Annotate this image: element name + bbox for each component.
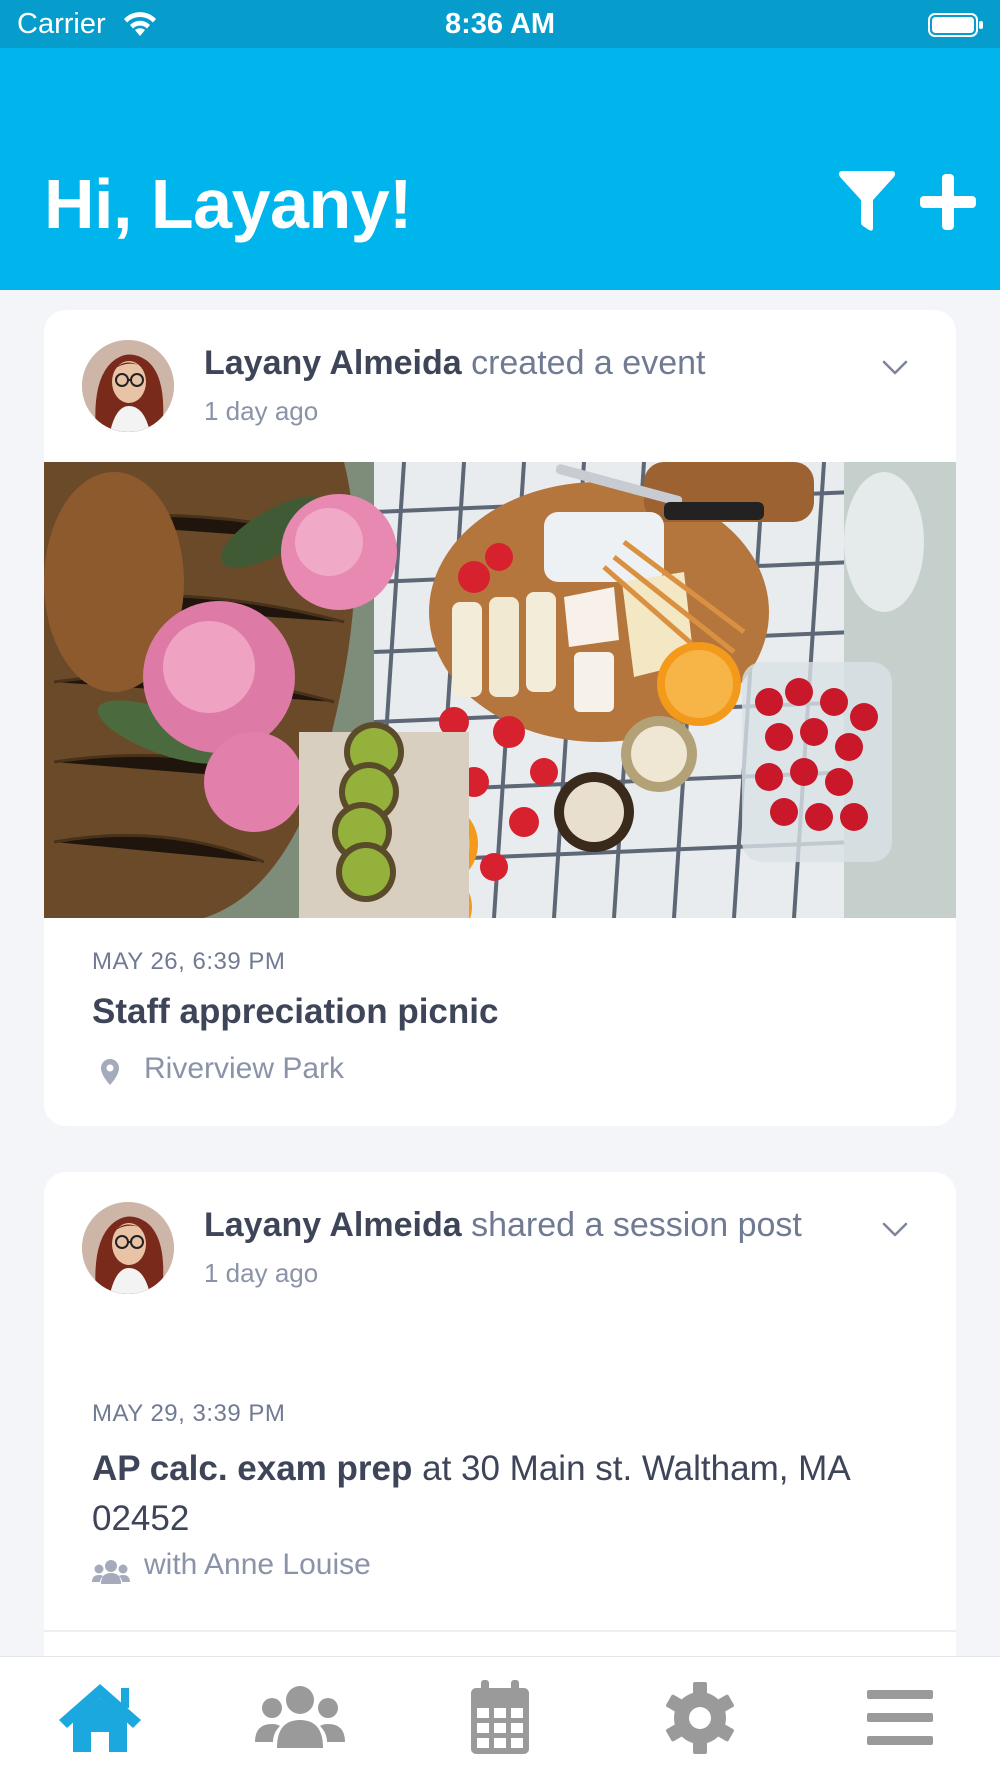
author-name[interactable]: Layany Almeida — [204, 1206, 462, 1244]
session-date: MAY 29, 3:39 PM — [92, 1400, 286, 1427]
tab-settings[interactable] — [600, 1657, 800, 1778]
avatar-image — [82, 1202, 174, 1294]
session-description[interactable]: AP calc. exam prep at 30 Main st. Waltha… — [92, 1444, 922, 1544]
tab-home[interactable] — [0, 1657, 200, 1778]
app-screen: Carrier 8:36 AM Hi, Layany! Layany Almei… — [0, 0, 1000, 1778]
activity-line: Layany Almeida shared a session post — [204, 1206, 802, 1245]
tab-calendar[interactable] — [400, 1657, 600, 1778]
status-time: 8:36 AM — [444, 8, 556, 40]
tab-menu[interactable] — [800, 1657, 1000, 1778]
gear-icon — [666, 1682, 734, 1754]
time-ago: 1 day ago — [204, 1258, 319, 1288]
event-photo[interactable] — [44, 462, 956, 918]
session-title: AP calc. exam prep — [92, 1449, 413, 1488]
add-icon[interactable] — [918, 172, 978, 232]
tab-groups[interactable] — [200, 1657, 400, 1778]
activity-action: created a event — [471, 344, 706, 382]
time-ago: 1 day ago — [204, 396, 319, 426]
calendar-icon — [471, 1680, 529, 1754]
session-participants: with Anne Louise — [144, 1548, 371, 1581]
author-name[interactable]: Layany Almeida — [204, 344, 462, 382]
battery-icon — [928, 13, 983, 37]
event-title[interactable]: Staff appreciation picnic — [92, 992, 498, 1032]
avatar[interactable] — [82, 1202, 174, 1294]
event-location: Riverview Park — [144, 1052, 345, 1085]
filter-icon[interactable] — [837, 170, 897, 234]
users-icon — [92, 1560, 130, 1584]
divider — [44, 1630, 956, 1632]
avatar-image — [82, 340, 174, 432]
feed-card-session[interactable]: Layany Almeida shared a session post 1 d… — [44, 1172, 956, 1732]
chevron-down-icon[interactable] — [882, 1222, 908, 1238]
location-pin-icon — [101, 1059, 119, 1085]
home-icon — [59, 1684, 141, 1752]
activity-action: shared a session post — [471, 1206, 802, 1244]
event-date: MAY 26, 6:39 PM — [92, 948, 286, 975]
feed-card-event[interactable]: Layany Almeida created a event 1 day ago — [44, 310, 956, 1126]
greeting-title: Hi, Layany! — [44, 165, 412, 243]
users-icon — [255, 1686, 345, 1748]
activity-line: Layany Almeida created a event — [204, 344, 705, 383]
app-header: Hi, Layany! — [0, 48, 1000, 290]
chevron-down-icon[interactable] — [882, 360, 908, 376]
status-bar: Carrier 8:36 AM — [0, 0, 1000, 48]
hamburger-menu-icon — [867, 1690, 933, 1745]
tab-bar — [0, 1656, 1000, 1778]
avatar[interactable] — [82, 340, 174, 432]
